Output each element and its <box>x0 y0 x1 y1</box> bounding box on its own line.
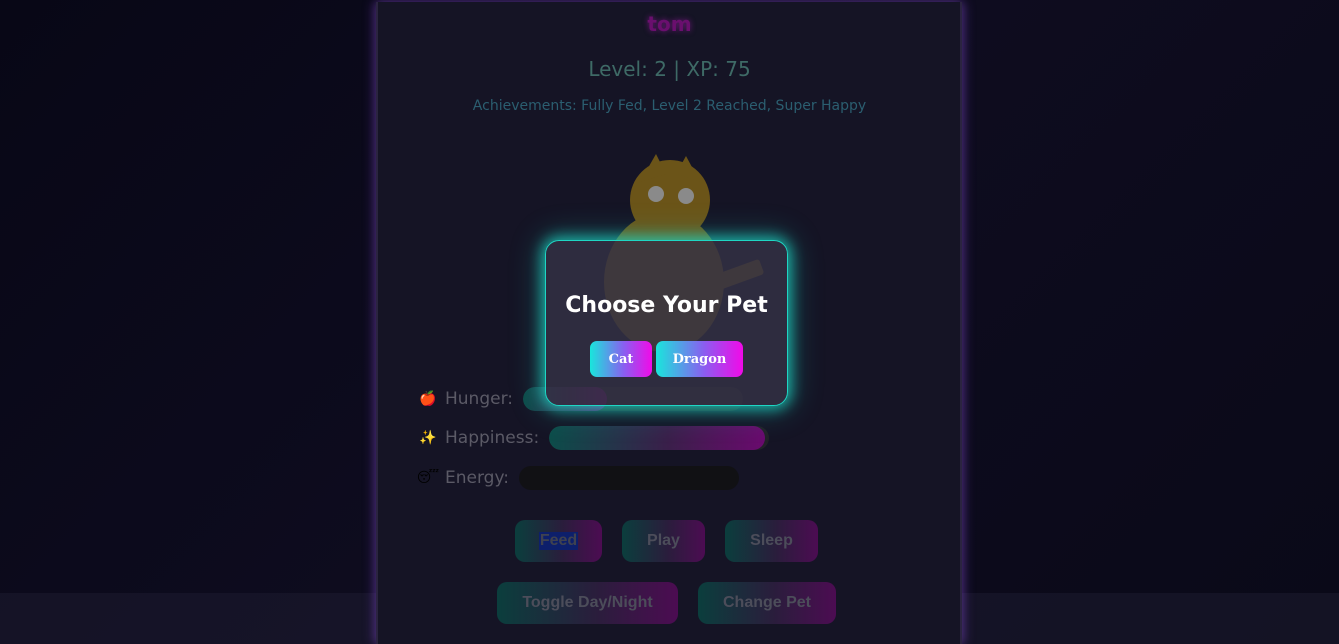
modal-title: Choose Your Pet <box>565 293 768 318</box>
stat-row-happiness: ✨ Happiness: <box>419 425 770 451</box>
feed-button[interactable]: Feed <box>515 520 602 562</box>
sparkle-icon: ✨ <box>419 430 437 446</box>
energy-bar <box>519 466 740 490</box>
feed-button-label: Feed <box>538 532 579 550</box>
pet-eye-left <box>648 186 664 202</box>
stat-label-happiness: Happiness: <box>445 428 540 448</box>
toggle-day-night-button[interactable]: Toggle Day/Night <box>497 582 678 624</box>
pet-eye-right <box>678 188 694 204</box>
sleepy-face-icon: 😴 <box>416 470 440 486</box>
choose-cat-button[interactable]: Cat <box>590 341 652 377</box>
choose-pet-modal: Choose Your Pet Cat Dragon <box>545 240 788 406</box>
stat-label-energy: Energy: <box>445 468 510 488</box>
happiness-bar <box>549 426 770 450</box>
choose-dragon-button[interactable]: Dragon <box>656 341 743 377</box>
app-background: tom Level: 2 | XP: 75 Achievements: Full… <box>0 0 1339 644</box>
play-button[interactable]: Play <box>622 520 705 562</box>
level-xp-text: Level: 2 | XP: 75 <box>588 57 751 81</box>
pet-head <box>630 160 710 240</box>
pet-name: tom <box>647 12 692 36</box>
change-pet-button[interactable]: Change Pet <box>698 582 836 624</box>
stat-label-hunger: Hunger: <box>445 389 513 409</box>
stat-row-energy: 😴 Energy: <box>416 465 740 491</box>
happiness-bar-fill <box>549 426 765 450</box>
achievements-text: Achievements: Fully Fed, Level 2 Reached… <box>472 98 867 114</box>
sleep-button[interactable]: Sleep <box>725 520 818 562</box>
apple-icon: 🍎 <box>419 391 437 407</box>
